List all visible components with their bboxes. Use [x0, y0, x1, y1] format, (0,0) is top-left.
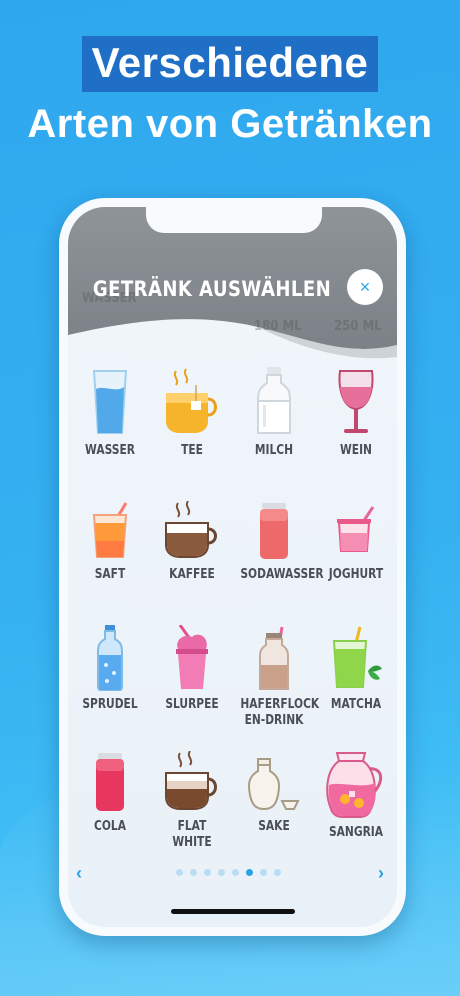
drink-item-sprudel[interactable]: SPRUDEL	[69, 625, 151, 713]
matcha-glass-icon	[332, 626, 382, 688]
drink-label: SODAWASSER	[240, 567, 324, 582]
cola-can-icon	[96, 753, 124, 811]
drink-item-wein[interactable]: WEIN	[315, 367, 397, 459]
drink-item-cola[interactable]: COLA	[69, 751, 151, 835]
page-dot[interactable]	[232, 869, 239, 876]
sangria-pitcher-icon	[326, 752, 383, 818]
close-button[interactable]: ×	[347, 269, 383, 305]
ghost-label: 180 ML	[254, 319, 302, 334]
oat-drink-bottle-icon	[259, 626, 289, 690]
flat-white-cup-icon	[165, 751, 217, 810]
drink-item-wasser[interactable]: WASSER	[69, 367, 151, 459]
drink-item-haferflocken-drink[interactable]: HAFERFLOCK EN-DRINK	[233, 625, 320, 729]
drink-item-flat-white[interactable]: FLAT WHITE	[151, 751, 233, 851]
slurpee-cup-icon	[176, 625, 208, 689]
close-icon: ×	[359, 277, 371, 297]
headline-line-1: Verschiedene	[81, 36, 379, 92]
drink-label: FLAT WHITE	[172, 819, 212, 850]
juice-glass-icon	[92, 502, 128, 558]
drink-label: SANGRIA	[328, 825, 384, 840]
headline: Verschiedene Arten von Getränken	[0, 36, 460, 147]
milk-bottle-icon	[257, 367, 291, 434]
drink-label: HAFERFLOCK EN-DRINK	[240, 697, 320, 728]
drink-label: MATCHA	[330, 697, 382, 712]
drink-label: SAFT	[94, 567, 126, 582]
coffee-cup-icon	[165, 501, 217, 558]
phone-frame: WASSER 180 ML 250 ML GETRÄNK AUSWÄHLEN ×…	[59, 198, 406, 936]
page-dot[interactable]	[218, 869, 225, 876]
drink-label: COLA	[94, 819, 126, 834]
page-dot[interactable]	[274, 869, 281, 876]
phone-notch	[146, 207, 322, 233]
next-page-button[interactable]: ›	[378, 863, 384, 884]
drink-label: JOGHURT	[328, 567, 384, 582]
page-dot-active[interactable]	[246, 869, 253, 876]
soda-can-icon	[260, 503, 288, 559]
drink-label: SLURPEE	[165, 697, 219, 712]
sparkling-bottle-icon	[97, 625, 123, 691]
drink-item-kaffee[interactable]: KAFFEE	[151, 501, 233, 583]
sake-set-icon	[248, 758, 300, 811]
drink-item-slurpee[interactable]: SLURPEE	[151, 625, 233, 713]
water-glass-icon	[92, 370, 128, 434]
drink-label: MILCH	[254, 443, 294, 458]
wine-glass-icon	[338, 370, 374, 433]
home-indicator	[171, 909, 295, 914]
drink-item-tee[interactable]: TEE	[151, 367, 233, 459]
drink-label: KAFFEE	[169, 567, 215, 582]
drink-label: SPRUDEL	[82, 697, 138, 712]
drink-item-sangria[interactable]: SANGRIA	[315, 751, 397, 841]
drink-label: TEE	[181, 443, 203, 458]
page-dot[interactable]	[190, 869, 197, 876]
page-dot[interactable]	[204, 869, 211, 876]
modal-title: GETRÄNK AUSWÄHLEN	[92, 277, 332, 301]
drink-label: WASSER	[85, 443, 135, 458]
ghost-label: 250 ML	[334, 319, 382, 334]
drink-item-matcha[interactable]: MATCHA	[315, 625, 397, 713]
tea-cup-icon	[166, 368, 217, 433]
phone-screen: WASSER 180 ML 250 ML GETRÄNK AUSWÄHLEN ×…	[68, 207, 397, 927]
drink-label: WEIN	[340, 443, 372, 458]
drink-item-sake[interactable]: SAKE	[233, 751, 315, 835]
headline-line-2: Arten von Getränken	[27, 102, 433, 146]
prev-page-button[interactable]: ‹	[76, 863, 82, 884]
drink-label: SAKE	[258, 819, 290, 834]
page-dot[interactable]	[260, 869, 267, 876]
page-dots	[176, 869, 281, 876]
yogurt-cup-icon	[337, 506, 375, 552]
drink-item-joghurt[interactable]: JOGHURT	[315, 501, 397, 583]
page-indicator: ‹ ›	[68, 863, 397, 883]
drink-item-sodawasser[interactable]: SODAWASSER	[233, 501, 324, 583]
drink-item-milch[interactable]: MILCH	[233, 367, 315, 459]
page-dot[interactable]	[176, 869, 183, 876]
drink-item-saft[interactable]: SAFT	[69, 501, 151, 583]
